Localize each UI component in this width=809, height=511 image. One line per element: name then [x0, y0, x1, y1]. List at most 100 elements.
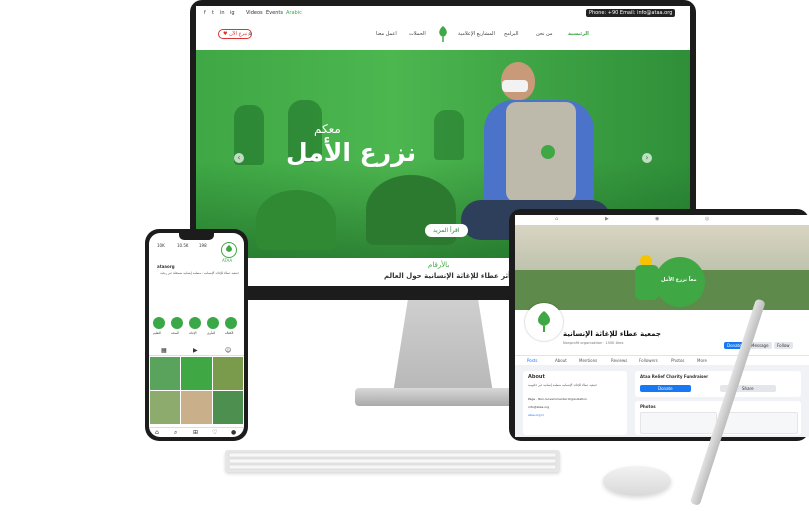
post-grid [149, 357, 244, 425]
nav-item-about[interactable]: من نحن [536, 31, 553, 37]
nav-item-programs[interactable]: البرامج [504, 31, 518, 37]
about-info-website[interactable]: ataa.org.tr [528, 413, 544, 417]
highlight-health-icon[interactable] [171, 317, 183, 329]
fb-page-avatar[interactable] [525, 303, 563, 341]
highlight-sponsorship-icon[interactable] [225, 317, 237, 329]
highlight-shelter-icon[interactable] [207, 317, 219, 329]
site-logo[interactable] [434, 24, 452, 44]
phone-screen: ATAA 10K 10.5K 198 ataaorg جمعية عطاء لل… [149, 233, 244, 437]
tab-posts[interactable]: Posts [527, 358, 537, 363]
profile-brand: ATAA [222, 258, 233, 263]
highlight-label: المأوى [207, 331, 216, 335]
stat-followers[interactable]: 10.5K [177, 243, 189, 248]
leaf-logo-icon [439, 26, 447, 42]
about-title: About [528, 374, 545, 380]
photos-label: Photos [640, 404, 656, 409]
topbar-link-videos[interactable]: Videos [246, 10, 263, 16]
donate-label: تبرع الآن [229, 31, 248, 37]
reels-icon[interactable]: ▶ [193, 347, 198, 354]
fundraiser-title: Ataa Relief Charity Fundraiser [640, 374, 709, 379]
home-icon[interactable]: ⌂ [555, 216, 558, 222]
heart-icon[interactable]: ♡ [212, 429, 217, 436]
topbar-link-events[interactable]: Events [266, 10, 283, 16]
grid-post[interactable] [213, 391, 243, 424]
tagged-icon[interactable]: ☺ [225, 347, 231, 354]
stat-posts: 10K [157, 243, 165, 248]
fb-page-name: جمعية عطاء للإغاثة الإنسانية [563, 330, 661, 338]
nav-item-home[interactable]: الرئيسية [568, 31, 589, 37]
linkedin-icon[interactable]: in [220, 10, 225, 16]
profile-tabs: ▦ ▶ ☺ [149, 347, 244, 356]
website-topbar: f t in ig Videos Events Arabic Phone: +9… [196, 6, 690, 21]
phone-notch [179, 233, 214, 240]
watch-icon[interactable]: ▶ [605, 216, 609, 222]
fb-fundraiser-card: Ataa Relief Charity Fundraiser Donate Sh… [635, 371, 801, 397]
about-text: جمعية عطاء للإغاثة الإنسانية منظمة إنسان… [528, 383, 597, 387]
search-icon[interactable]: ⌕ [174, 429, 177, 437]
nav-item-media[interactable]: المشاريع الإعلامية [458, 31, 495, 37]
photo-thumb[interactable] [640, 412, 717, 434]
keyboard-keys [228, 452, 557, 470]
stat-following[interactable]: 198 [199, 243, 207, 248]
fb-about-card: About جمعية عطاء للإغاثة الإنسانية منظمة… [523, 371, 627, 435]
leaf-logo-icon [538, 311, 550, 332]
worker-silhouette [434, 110, 464, 160]
twitter-icon[interactable]: t [212, 10, 214, 16]
topbar-link-language[interactable]: Arabic [286, 10, 302, 16]
search-icon[interactable]: ⌕ [248, 30, 252, 39]
profile-avatar[interactable] [221, 242, 237, 258]
facebook-icon[interactable]: f [204, 10, 206, 16]
fb-page-category: Nonprofit organization · 150K likes [563, 341, 624, 345]
highlight-education-icon[interactable] [153, 317, 165, 329]
highlight-label: الكفالة [225, 331, 234, 335]
instagram-icon[interactable]: ig [230, 10, 235, 16]
keyboard [225, 450, 560, 472]
plant-leaves [256, 190, 336, 250]
groups-icon[interactable]: ◉ [655, 216, 659, 222]
fundraiser-donate-button[interactable]: Donate [640, 385, 691, 392]
website-navbar: ♥ تبرع الآن ⌕ اعمل معنا الحملات المشاريع… [196, 20, 690, 51]
grid-post[interactable] [150, 391, 180, 424]
grid-post[interactable] [181, 391, 212, 424]
nav-item-work[interactable]: اعمل معنا [376, 31, 397, 37]
grid-post[interactable] [213, 357, 243, 390]
grid-post[interactable] [150, 357, 180, 390]
photo-thumb[interactable] [720, 412, 798, 434]
heart-icon: ♥ [223, 31, 228, 37]
tab-about[interactable]: About [555, 358, 567, 363]
slider-prev-icon[interactable]: ‹ [234, 153, 244, 163]
tab-reviews[interactable]: Reviews [611, 358, 627, 363]
read-more-button[interactable]: اقرأ المزيد [425, 224, 468, 237]
tab-mentions[interactable]: Mentions [579, 358, 597, 363]
highlight-relief-icon[interactable] [189, 317, 201, 329]
add-icon[interactable]: ⊞ [193, 429, 198, 436]
marketplace-icon[interactable]: ◎ [705, 216, 709, 222]
grid-post[interactable] [181, 357, 212, 390]
grid-icon[interactable]: ▦ [161, 347, 167, 354]
fb-follow-button[interactable]: Follow [774, 342, 793, 349]
hero-title: نزرع الأمل [286, 138, 417, 167]
about-info-email[interactable]: info@ataa.org [528, 405, 549, 409]
nav-item-campaigns[interactable]: الحملات [409, 31, 426, 37]
stats-subheading: أثر عطاء للإغاثة الإنسانية حول العالم [384, 272, 511, 280]
phone-bottom-nav: ⌂ ⌕ ⊞ ♡ ● [149, 427, 244, 437]
topbar-contact: Phone: +90 Email: info@ataa.org [586, 9, 676, 17]
profile-icon[interactable]: ● [231, 429, 236, 436]
leaf-logo-icon [221, 242, 237, 258]
home-icon[interactable]: ⌂ [155, 429, 159, 436]
face-mask [502, 80, 528, 92]
tablet-screen: ⌂ ▶ ◉ ◎ معاً نزرع الأمل جمعية عطاء للإغا… [515, 215, 809, 437]
monitor-stand-base [355, 388, 535, 406]
tab-followers[interactable]: Followers [639, 358, 658, 363]
tab-photos[interactable]: Photos [671, 358, 685, 363]
story-highlights: التعليم الصحة الإغاثة المأوى الكفالة [153, 317, 241, 339]
cover-badge-text: معاً نزرع الأمل [661, 277, 697, 283]
hero-subtitle: معكم [314, 122, 341, 136]
fb-cover-photo: معاً نزرع الأمل [515, 225, 809, 310]
vest-logo-icon [541, 145, 555, 159]
monitor-stand-neck [393, 300, 493, 390]
slider-next-icon[interactable]: › [642, 153, 652, 163]
tab-more[interactable]: More [697, 358, 707, 363]
profile-bio: جمعية عطاء للإغاثة الإنسانية - منظمة إنس… [160, 271, 239, 275]
highlight-label: التعليم [153, 331, 161, 335]
